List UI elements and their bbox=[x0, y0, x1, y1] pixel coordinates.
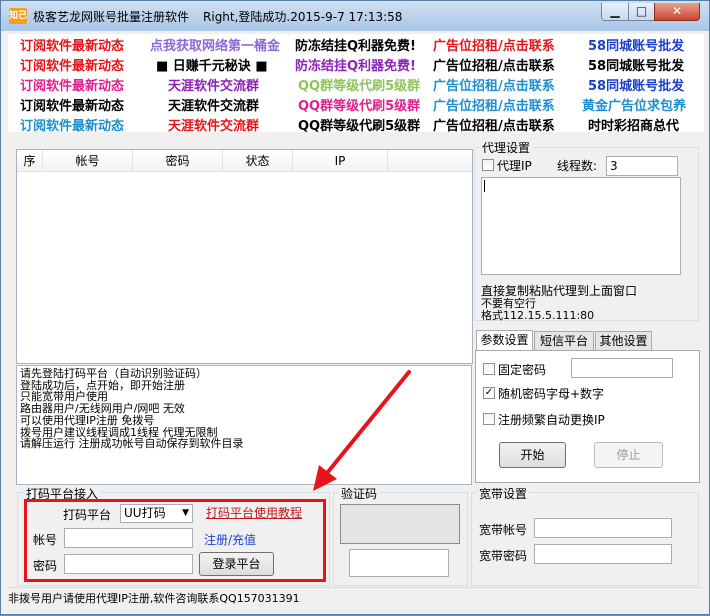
main-window: 知己 极客艺龙网账号批量注册软件 Right,登陆成功.2015-9-7 17:1… bbox=[0, 0, 710, 615]
annotation-arrow-icon bbox=[313, 370, 411, 491]
